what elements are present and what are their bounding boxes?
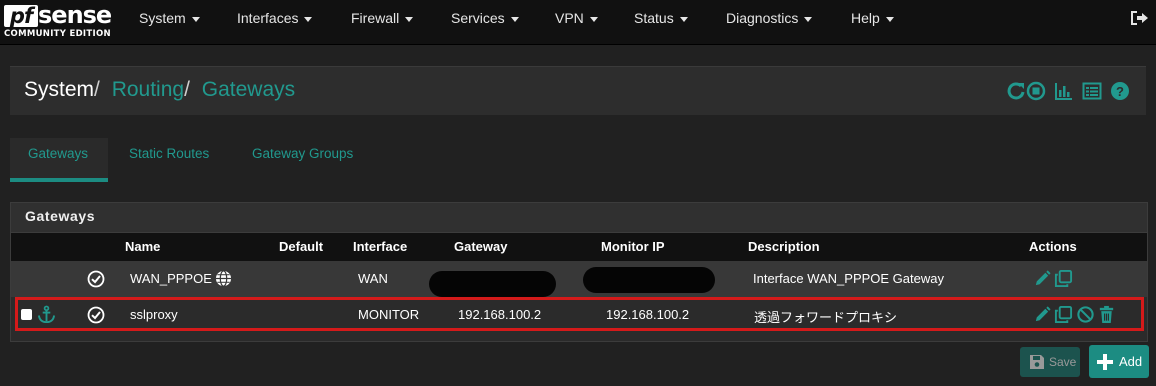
nav-help[interactable]: Help bbox=[851, 0, 894, 36]
save-button-label: Save bbox=[1049, 355, 1077, 369]
column-header-monitor-ip[interactable]: Monitor IP bbox=[601, 239, 665, 254]
gateway-description: Interface WAN_PPPOE Gateway bbox=[753, 271, 944, 286]
redacted-monitor-ip bbox=[583, 267, 715, 293]
caret-down-icon bbox=[510, 16, 519, 22]
refresh-icon[interactable] bbox=[1006, 81, 1026, 101]
column-header-default[interactable]: Default bbox=[279, 239, 323, 254]
save-button[interactable]: Save bbox=[1020, 347, 1080, 377]
top-navbar: pf sense COMMUNITY EDITION System Interf… bbox=[0, 0, 1156, 45]
nav-status[interactable]: Status bbox=[634, 0, 688, 36]
column-header-name[interactable]: Name bbox=[125, 239, 160, 254]
nav-system[interactable]: System bbox=[139, 0, 200, 36]
tab-gateways[interactable]: Gateways bbox=[28, 146, 88, 170]
tab-gateway-groups[interactable]: Gateway Groups bbox=[252, 146, 353, 170]
plus-icon bbox=[1097, 354, 1113, 370]
nav-services[interactable]: Services bbox=[451, 0, 519, 36]
column-header-description[interactable]: Description bbox=[748, 239, 820, 254]
list-icon[interactable] bbox=[1082, 81, 1102, 101]
nav-diagnostics[interactable]: Diagnostics bbox=[726, 0, 813, 36]
caret-down-icon bbox=[191, 16, 200, 22]
check-circle-icon bbox=[87, 270, 105, 288]
logout-icon[interactable] bbox=[1129, 9, 1149, 27]
caret-down-icon bbox=[589, 16, 598, 22]
logo-edition-label: COMMUNITY EDITION bbox=[4, 29, 111, 39]
column-header-gateway[interactable]: Gateway bbox=[454, 239, 507, 254]
breadcrumb-routing-link[interactable]: Routing bbox=[112, 78, 184, 101]
breadcrumb-gateways-link[interactable]: Gateways bbox=[202, 78, 295, 101]
breadcrumb: System/ Routing/ Gateways ? bbox=[10, 66, 1146, 115]
gateway-name: WAN_PPPOE bbox=[130, 271, 212, 286]
column-header-interface[interactable]: Interface bbox=[353, 239, 407, 254]
breadcrumb-system: System bbox=[24, 78, 95, 101]
row-highlight-annotation bbox=[15, 297, 1144, 331]
add-button[interactable]: Add bbox=[1089, 345, 1149, 378]
edit-icon[interactable] bbox=[1033, 269, 1052, 288]
add-button-label: Add bbox=[1119, 354, 1143, 369]
redacted-gateway bbox=[429, 271, 556, 297]
caret-down-icon bbox=[804, 16, 813, 22]
column-header-actions: Actions bbox=[1029, 239, 1077, 254]
caret-down-icon bbox=[405, 16, 414, 22]
svg-text:?: ? bbox=[1116, 84, 1124, 99]
help-icon[interactable]: ? bbox=[1110, 81, 1130, 101]
caret-down-icon bbox=[885, 16, 894, 22]
globe-icon bbox=[215, 270, 232, 287]
panel-title: Gateways bbox=[25, 208, 96, 224]
nav-vpn[interactable]: VPN bbox=[555, 0, 598, 36]
tab-static-routes[interactable]: Static Routes bbox=[129, 146, 209, 170]
nav-firewall[interactable]: Firewall bbox=[351, 0, 414, 36]
panel-heading: Gateways bbox=[11, 203, 1147, 233]
breadcrumb-separator: / bbox=[184, 78, 190, 101]
table-header: Name Default Interface Gateway Monitor I… bbox=[11, 233, 1147, 261]
save-icon bbox=[1030, 355, 1044, 369]
pfsense-logo[interactable]: pf sense COMMUNITY EDITION bbox=[4, 2, 112, 41]
caret-down-icon bbox=[679, 16, 688, 22]
gateway-interface: WAN bbox=[358, 271, 388, 286]
breadcrumb-separator: / bbox=[94, 78, 100, 101]
stop-icon[interactable] bbox=[1026, 81, 1046, 101]
caret-down-icon bbox=[304, 16, 313, 22]
copy-icon[interactable] bbox=[1054, 269, 1073, 288]
table-row: WAN_PPPOE WAN Interface WAN_PPPOE Gatewa… bbox=[11, 261, 1147, 297]
tab-active-underline bbox=[10, 178, 108, 182]
chart-icon[interactable] bbox=[1054, 81, 1074, 101]
nav-interfaces[interactable]: Interfaces bbox=[237, 0, 313, 36]
